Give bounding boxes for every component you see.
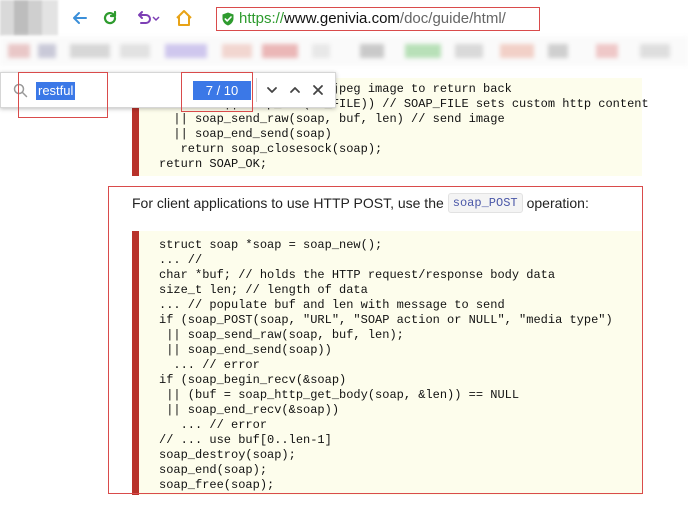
code-block-http-post: struct soap *soap = soap_new(); ... // c… — [132, 231, 642, 495]
chevron-up-icon — [290, 87, 300, 93]
find-match-count: 7 / 10 — [193, 81, 251, 100]
code-line: ... // — [159, 253, 203, 267]
browser-toolbar: https://www.genivia.com/doc/guide/html/ — [0, 0, 688, 36]
home-icon — [176, 10, 192, 26]
back-arrow-icon — [73, 12, 87, 24]
find-previous-button[interactable] — [285, 80, 305, 100]
undo-menu-button[interactable] — [150, 6, 162, 30]
back-button[interactable] — [68, 6, 92, 30]
code-line: || soap_end_recv(&soap)) — [159, 403, 340, 417]
close-icon — [313, 85, 323, 95]
lock-icon — [222, 12, 234, 26]
search-icon — [13, 83, 28, 98]
inline-code-soap-post: soap_POST — [447, 193, 523, 213]
find-divider — [256, 78, 257, 102]
code-line: // ... use buf[0..len-1] — [159, 433, 332, 447]
code-line: ... // populate buf and len with message… — [159, 298, 505, 312]
find-close-button[interactable] — [308, 80, 328, 100]
code-line: ... // error — [159, 358, 260, 372]
code-line: || soap_send_raw(soap, buf, len) // send… — [159, 112, 505, 126]
code-line: return SOAP_OK; — [159, 157, 268, 171]
code-line: struct soap *soap = soap_new(); — [159, 238, 383, 252]
code-line: soap_destroy(soap); — [159, 448, 296, 462]
code-line: char *buf; // holds the HTTP request/res… — [159, 268, 556, 282]
code-line: ... // error — [159, 418, 268, 432]
code-line: || soap_end_send(soap)) — [159, 343, 332, 357]
url-text: https://www.genivia.com/doc/guide/html/ — [239, 10, 506, 27]
reload-button[interactable] — [98, 6, 122, 30]
code-line: if (soap_POST(soap, "URL", "SOAP action … — [159, 313, 613, 327]
code-line: return soap_closesock(soap); — [159, 142, 383, 156]
url-protocol: https:// — [239, 10, 285, 27]
reload-icon — [103, 10, 117, 25]
chevron-down-icon — [267, 87, 277, 93]
url-path: /doc/guide/html/ — [399, 10, 506, 27]
home-button[interactable] — [172, 6, 196, 30]
find-options-button[interactable] — [262, 80, 282, 100]
bookmarks-bar — [0, 36, 688, 66]
paragraph-http-post: For client applications to use HTTP POST… — [132, 193, 589, 213]
paragraph-text-after: operation: — [526, 195, 589, 211]
code-line: || soap_send_raw(soap, buf, len); — [159, 328, 404, 342]
code-line: soap_end(soap); — [159, 463, 268, 477]
chevron-down-icon — [152, 16, 160, 22]
paragraph-text-before: For client applications to use HTTP POST… — [132, 195, 444, 211]
find-input[interactable]: restful — [36, 82, 76, 100]
code-line: size_t len; // length of data — [159, 283, 368, 297]
code-line: soap_free(soap); — [159, 478, 275, 492]
url-host: www.genivia.com — [284, 10, 400, 27]
address-bar[interactable]: https://www.genivia.com/doc/guide/html/ — [216, 7, 540, 31]
code-line: || soap_end_send(soap) — [159, 127, 332, 141]
code-line: if (soap_begin_recv(&soap) — [159, 373, 347, 387]
blurred-tab-area — [0, 0, 58, 36]
code-line: || (buf = soap_http_get_body(soap, &len)… — [159, 388, 520, 402]
